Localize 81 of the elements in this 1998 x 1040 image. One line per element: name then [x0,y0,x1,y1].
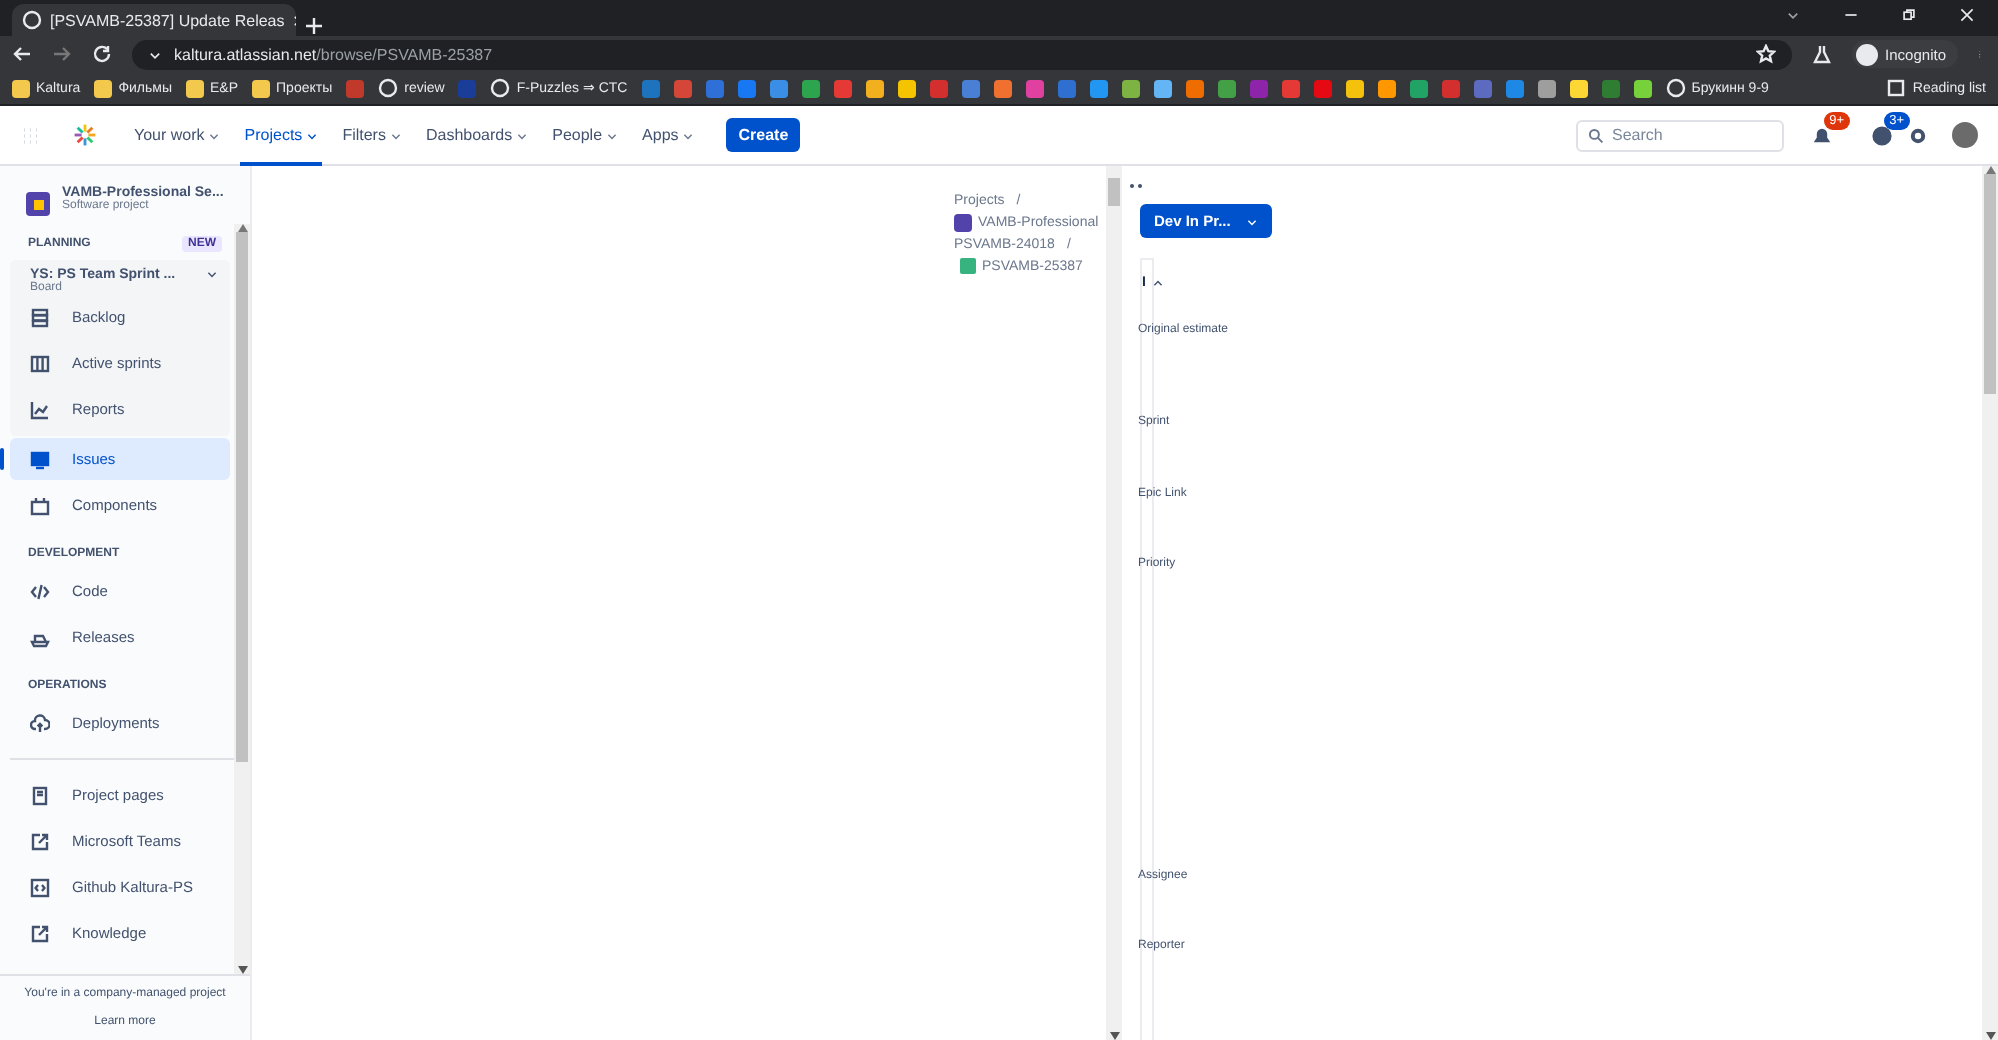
help-icon [1872,125,1892,145]
globe-icon [490,78,511,98]
chevron-down-icon [208,129,221,141]
bell-icon [1812,125,1832,145]
nav-menu-item[interactable]: Your work [130,105,225,165]
chevron-down-icon [206,268,218,280]
create-button[interactable]: Create [726,118,801,152]
chevron-down-icon [306,129,319,141]
nav-menu-item[interactable]: Apps [638,105,699,165]
address-bar[interactable]: kaltura.atlassian.net/browse/PSVAMB-25387 [132,39,1792,69]
bookmark-icon[interactable] [1537,79,1556,97]
search-field[interactable]: Search [1576,119,1784,151]
external-link-icon [30,831,50,851]
reload-icon [92,44,112,64]
bookmark-icon[interactable] [1185,79,1204,97]
chevron-down-icon [516,129,529,141]
bookmark-icon[interactable] [1409,79,1428,97]
scrollbar[interactable] [234,224,250,974]
scrollbar[interactable] [1982,166,1998,1040]
bookmark-icon[interactable] [897,79,916,97]
box-icon [30,495,50,515]
scrollbar-thumb[interactable] [1108,178,1120,206]
nav-menu-item[interactable]: Filters [338,105,406,165]
restore-icon [1902,8,1916,22]
scroll-up-arrow-icon[interactable] [1985,166,1995,174]
bookmark-icon[interactable] [801,79,820,97]
minimize-icon [1844,8,1858,22]
bookmark-icon[interactable] [1345,79,1364,97]
bookmark-icon[interactable] [1569,79,1588,97]
scroll-up-arrow-icon[interactable] [237,224,247,232]
settings-icon [1908,125,1928,145]
browser-tab[interactable]: [PSVAMB-25387] Update Releas [12,4,296,36]
list-icon [1886,78,1907,98]
chevron-down-icon [1786,8,1800,22]
page-icon [30,785,50,805]
nav-menu-item[interactable]: People [548,105,623,165]
logo-icon [72,122,98,148]
bookmark-icon[interactable] [1153,79,1172,97]
globe-icon [22,10,42,30]
star-icon [1755,44,1776,64]
avatar [1952,122,1978,148]
bookmark-icon[interactable] [1217,79,1236,97]
bookmark-icon[interactable] [769,79,788,97]
active-indicator [0,448,4,470]
project-icon [26,192,50,216]
chevron-up-icon [1151,277,1164,289]
columns-icon [30,353,50,373]
code-icon [30,877,50,897]
scroll-down-arrow-icon[interactable] [237,966,247,974]
bookmark-icon[interactable] [1121,79,1140,97]
globe-icon [378,78,399,98]
chevron-down-icon [606,129,619,141]
bookmark-icon[interactable] [1089,79,1108,97]
globe-icon [1665,78,1686,98]
bookmark-icon[interactable] [1377,79,1396,97]
story-icon [960,258,976,274]
search-icon [1588,127,1604,143]
external-link-icon [30,923,50,943]
chevron-down-icon [389,129,402,141]
flask-icon [1811,44,1832,64]
scrollbar-thumb[interactable] [236,232,248,762]
bookmark-icon[interactable] [865,79,884,97]
back-arrow-icon [12,44,32,64]
nav-menu-item[interactable]: Dashboards [421,105,533,165]
plus-icon [304,16,324,36]
project-icon [954,214,972,232]
list-icon [30,307,50,327]
chevron-down-icon [682,129,695,141]
code-icon [30,581,50,601]
scroll-down-arrow-icon[interactable] [1109,1032,1119,1040]
forward-arrow-icon [52,44,72,64]
monitor-icon [30,449,50,469]
chart-icon [30,399,50,419]
chevron-down-icon [1246,215,1258,227]
scrollbar-thumb[interactable] [1984,174,1996,394]
scroll-down-arrow-icon[interactable] [1985,1032,1995,1040]
bookmark-icon[interactable] [993,79,1012,97]
drag-handle-icon[interactable] [1130,184,1142,188]
scrollbar[interactable] [1106,166,1122,1040]
bookmark-icon[interactable] [1633,79,1652,97]
cloud-icon [30,713,50,733]
